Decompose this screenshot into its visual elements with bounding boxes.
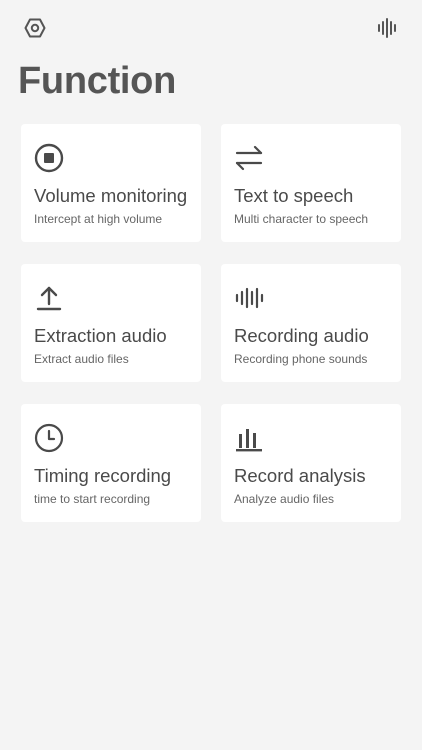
- card-title: Extraction audio: [34, 325, 167, 346]
- card-extraction-audio[interactable]: Extraction audio Extract audio files: [21, 264, 201, 382]
- card-subtitle: Recording phone sounds: [234, 352, 368, 366]
- settings-button[interactable]: [21, 14, 49, 42]
- waveform-icon: [233, 282, 265, 314]
- card-subtitle: Multi character to speech: [234, 212, 369, 226]
- card-text-to-speech[interactable]: Text to speech Multi character to speech: [221, 124, 401, 242]
- swap-arrows-icon: [233, 142, 265, 174]
- card-title: Timing recording: [34, 465, 172, 486]
- card-title: Record analysis: [234, 465, 366, 486]
- function-grid: Volume monitoring Intercept at high volu…: [21, 124, 401, 522]
- card-recording-audio[interactable]: Recording audio Recording phone sounds: [221, 264, 401, 382]
- card-title: Recording audio: [234, 325, 369, 346]
- card-volume-monitoring[interactable]: Volume monitoring Intercept at high volu…: [21, 124, 201, 242]
- card-timing-recording[interactable]: Timing recording time to start recording: [21, 404, 201, 522]
- card-subtitle: Extract audio files: [34, 352, 129, 366]
- voice-button[interactable]: [373, 14, 401, 42]
- card-subtitle: time to start recording: [34, 492, 151, 506]
- card-record-analysis[interactable]: Record analysis Analyze audio files: [221, 404, 401, 522]
- page-title: Function: [18, 60, 177, 102]
- settings-hexagon-icon: [24, 18, 46, 38]
- card-subtitle: Intercept at high volume: [34, 212, 163, 226]
- voice-waveform-icon: [378, 18, 396, 38]
- card-subtitle: Analyze audio files: [234, 492, 335, 506]
- stop-circle-icon: [33, 142, 65, 174]
- card-title: Volume monitoring: [34, 185, 188, 206]
- clock-icon: [33, 422, 65, 454]
- card-title: Text to speech: [234, 185, 354, 206]
- bar-chart-icon: [233, 422, 265, 454]
- upload-icon: [33, 282, 65, 314]
- top-bar: [0, 0, 422, 56]
